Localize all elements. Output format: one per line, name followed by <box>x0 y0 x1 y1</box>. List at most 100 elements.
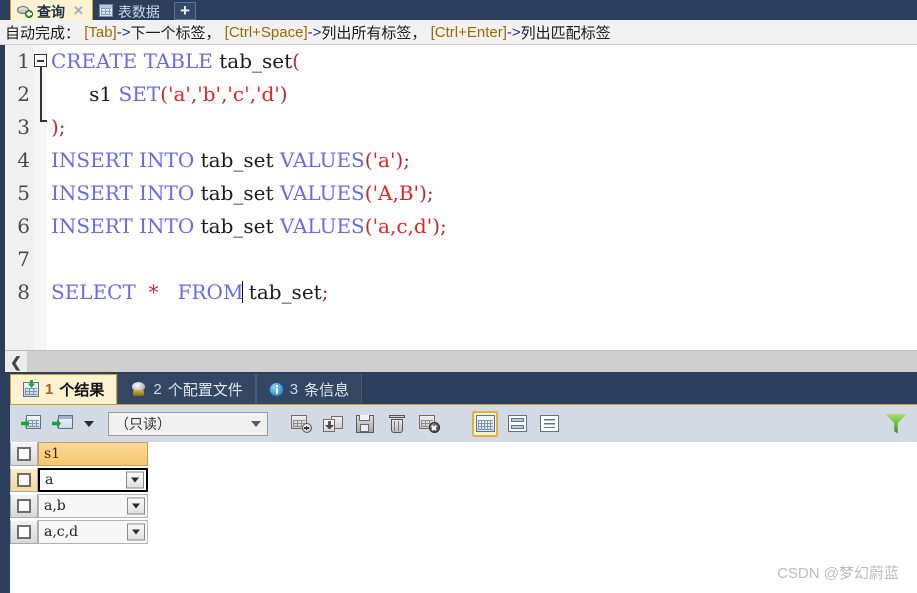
line-number: 1 <box>17 49 30 73</box>
grid-mode-select-value: （只读） <box>115 415 171 432</box>
token-identifier: tab_set <box>200 148 274 172</box>
tab-results-label: 个结果 <box>59 382 105 399</box>
tab-messages-label: 条信息 <box>304 381 350 399</box>
tab-query[interactable]: 查询 ✕ <box>10 0 93 20</box>
fold-collapse-icon[interactable] <box>34 54 47 67</box>
toolbar-dropdown-caret[interactable] <box>82 411 96 437</box>
editor-horizontal-scrollbar[interactable]: ❮ <box>5 350 917 373</box>
token-punct: ; <box>321 280 329 304</box>
code-area[interactable]: CREATE TABLE tab_set( s1 SET('a','b','c'… <box>47 45 917 350</box>
cell-value: a,c,d <box>44 524 79 540</box>
filter-button[interactable] <box>883 411 909 437</box>
code-line-2: s1 SET('a','b','c','d') <box>51 78 288 111</box>
column-header-s1[interactable]: s1 <box>38 442 148 466</box>
view-grid-icon <box>475 415 495 432</box>
cell-value: a,b <box>44 498 66 514</box>
sql-editor[interactable]: 1 2 3 4 5 6 7 8 CREATE TABLE tab_set( s1… <box>0 45 917 350</box>
token-punct: ); <box>419 181 434 205</box>
token-string: 'a' <box>167 82 191 106</box>
row-checkbox[interactable] <box>17 499 31 513</box>
token-punct: ( <box>292 49 300 73</box>
cell-dropdown-button[interactable] <box>127 497 145 515</box>
insert-row-menu-button[interactable] <box>50 411 76 437</box>
tab-messages[interactable]: 3 条信息 <box>255 374 363 404</box>
database-client-window: 查询 ✕ 表数据 + 自动完成： [Tab] -> 下一个标签， [Ctrl+S… <box>0 0 917 593</box>
hint-text-1: 列出所有标签， <box>321 24 427 42</box>
hint-text-0: 下一个标签， <box>130 24 221 42</box>
revert-arrow-icon <box>323 415 343 433</box>
close-icon[interactable]: ✕ <box>73 3 84 19</box>
token-punct: ( <box>364 181 373 205</box>
line-number: 2 <box>17 82 30 106</box>
hint-key-ctrl-enter: [Ctrl+Enter] <box>430 23 507 41</box>
token-keyword: INSERT <box>51 181 133 205</box>
token-string: 'A,B' <box>372 181 420 205</box>
hint-arrow-2: -> <box>506 23 521 41</box>
tab-profiles-label: 个配置文件 <box>167 381 243 399</box>
token-keyword: INSERT <box>51 148 133 172</box>
revert-record-button[interactable] <box>320 411 346 437</box>
info-icon <box>268 381 284 397</box>
token-identifier: tab_set <box>219 49 293 73</box>
text-view-button[interactable] <box>536 411 562 437</box>
tab-results-count: 1 <box>45 381 54 398</box>
tab-results[interactable]: 1 个结果 <box>10 374 118 404</box>
delete-record-button[interactable] <box>384 411 410 437</box>
editor-fold-column[interactable] <box>33 45 47 350</box>
grid-green-arrow-icon <box>20 415 41 432</box>
grid-plus-icon <box>290 414 312 433</box>
row-checkbox[interactable] <box>17 525 31 539</box>
cell-s1[interactable]: a,b <box>38 494 148 518</box>
cell-s1[interactable]: a <box>38 468 148 492</box>
row-checkbox[interactable] <box>17 473 31 487</box>
token-identifier: tab_set <box>200 214 274 238</box>
code-line-1: CREATE TABLE tab_set( <box>51 45 300 78</box>
row-checkbox-cell[interactable] <box>10 468 38 492</box>
token-punct: ); <box>432 214 447 238</box>
new-tab-button[interactable]: + <box>173 2 196 20</box>
token-string: 'c' <box>227 82 250 106</box>
discard-changes-button[interactable] <box>416 411 442 437</box>
cell-dropdown-button[interactable] <box>126 471 144 489</box>
token-punct: ) <box>279 82 288 106</box>
row-checkbox-cell[interactable] <box>10 494 38 518</box>
table-row[interactable]: a,c,d <box>10 520 148 544</box>
add-record-button[interactable] <box>288 411 314 437</box>
save-record-button[interactable] <box>352 411 378 437</box>
results-left-rail <box>0 372 10 593</box>
hint-arrow-1: -> <box>307 23 322 41</box>
code-line-6: INSERT INTO tab_set VALUES('a,c,d'); <box>51 210 447 243</box>
table-row[interactable]: a,b <box>10 494 148 518</box>
form-view-button[interactable] <box>504 411 530 437</box>
code-line-4: INSERT INTO tab_set VALUES('a'); <box>51 144 410 177</box>
table-row[interactable]: a <box>10 468 148 492</box>
tab-profiles-count: 2 <box>153 380 162 398</box>
cell-dropdown-button[interactable] <box>127 523 145 541</box>
token-string: 'a,c,d' <box>372 214 433 238</box>
fold-bracket-line <box>40 67 42 121</box>
token-keyword: SET <box>118 82 161 106</box>
token-keyword: VALUES <box>279 214 365 238</box>
tab-profiles[interactable]: 2 个配置文件 <box>117 374 256 404</box>
tab-table-data[interactable]: 表数据 <box>92 0 168 20</box>
cell-s1[interactable]: a,c,d <box>38 520 148 544</box>
results-tab-bar: 1 个结果 2 个配置文件 3 条信息 <box>10 372 917 404</box>
token-punct: ); <box>51 115 66 139</box>
grid-mode-select[interactable]: （只读） <box>108 411 268 436</box>
table-grid-icon <box>98 3 113 17</box>
header-checkbox-cell[interactable] <box>10 442 38 466</box>
token-identifier: s1 <box>89 82 113 106</box>
tab-table-data-label: 表数据 <box>117 4 160 20</box>
insert-row-button[interactable] <box>18 411 44 437</box>
token-punct: ( <box>160 82 168 106</box>
grid-view-button[interactable] <box>472 410 498 437</box>
token-keyword: SELECT <box>51 280 136 304</box>
grid-toolbar: （只读） <box>10 404 917 442</box>
row-checkbox-cell[interactable] <box>10 520 38 544</box>
token-keyword: VALUES <box>279 181 365 205</box>
select-all-checkbox[interactable] <box>17 447 31 461</box>
scroll-left-icon[interactable]: ❮ <box>5 351 27 373</box>
table-header-row: s1 <box>10 442 148 466</box>
token-keyword: CREATE <box>51 49 138 73</box>
